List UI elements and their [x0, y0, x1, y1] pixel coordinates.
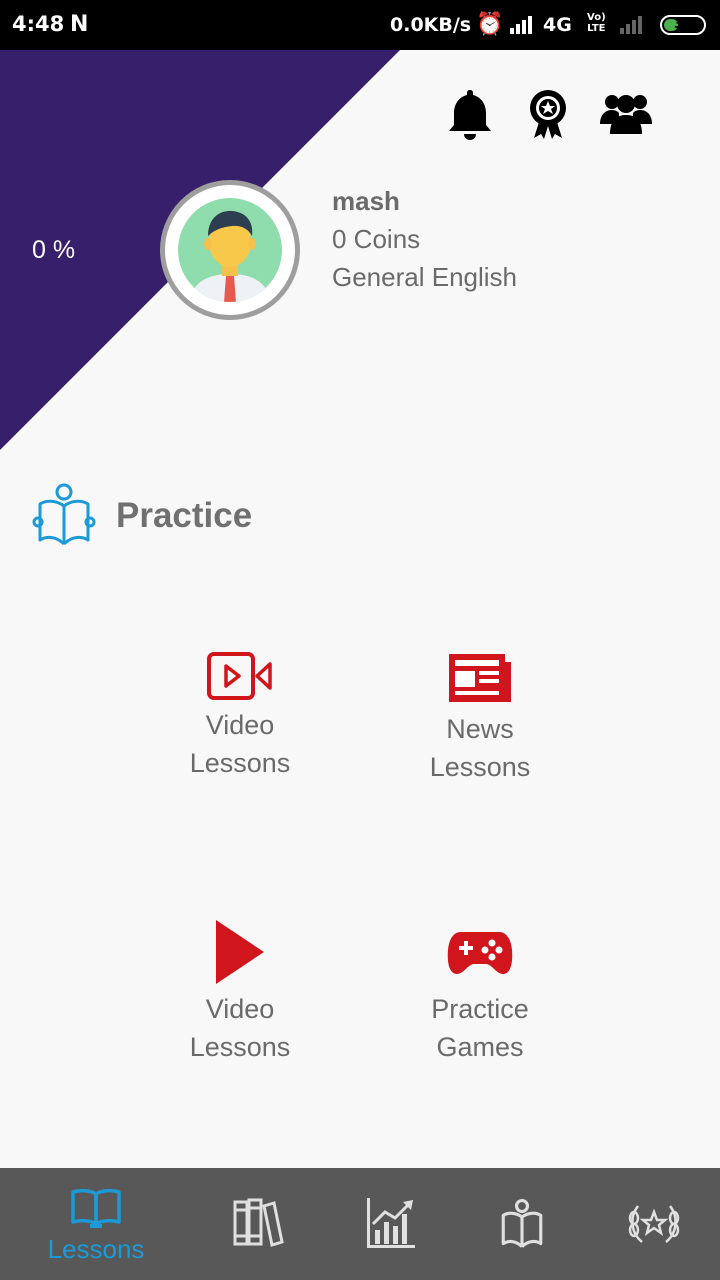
signal-weak-icon	[620, 16, 642, 34]
video-lessons-play-tile[interactable]: Video Lessons	[130, 920, 350, 1066]
bell-icon[interactable]	[446, 88, 494, 140]
play-icon	[216, 920, 264, 984]
video-lessons-tile[interactable]: Video Lessons	[130, 652, 350, 782]
tile-label-line1: Video	[205, 994, 275, 1024]
award-ribbon-icon[interactable]	[526, 88, 570, 140]
alarm-icon: ⏰	[476, 12, 504, 37]
signal-icon	[510, 16, 532, 34]
network-type: 4G	[543, 14, 572, 36]
reading-icon	[501, 1199, 543, 1248]
progress-percent: 0 %	[32, 236, 76, 264]
volte-badge: Vo) LTE	[587, 12, 606, 34]
tile-label-line2: Lessons	[429, 752, 531, 782]
volte-line2: LTE	[587, 23, 606, 34]
open-book-reader-icon	[32, 483, 96, 546]
bottom-navigation: Lessons	[0, 1168, 720, 1280]
battery-icon: 36	[660, 15, 706, 35]
nav-reading[interactable]	[450, 1168, 594, 1280]
tile-label-line1: Video	[205, 710, 275, 740]
tile-label-line2: Games	[436, 1032, 524, 1062]
news-lessons-tile[interactable]: News Lessons	[370, 652, 590, 786]
battery-level: 36	[673, 17, 693, 32]
newspaper-icon	[449, 654, 511, 702]
network-speed: 0.0KB/s	[390, 14, 472, 36]
library-books-icon	[233, 1198, 284, 1247]
notification-n-icon: N	[70, 12, 89, 37]
nav-achievements[interactable]	[582, 1168, 720, 1280]
gamepad-icon	[447, 932, 513, 974]
practice-title: Practice	[116, 496, 253, 535]
status-bar: 4:48 N 0.0KB/s ⏰ 4G Vo) LTE 36	[0, 0, 720, 50]
nav-lessons[interactable]: Lessons	[24, 1168, 168, 1280]
user-coins: 0 Coins	[332, 224, 421, 254]
tile-label-line2: Lessons	[189, 1032, 291, 1062]
tile-label-line1: Practice	[431, 994, 529, 1024]
tile-label-line2: Lessons	[189, 748, 291, 778]
tile-label-line1: News	[446, 714, 514, 744]
nav-library[interactable]	[186, 1168, 330, 1280]
nav-lessons-label: Lessons	[47, 1234, 145, 1264]
user-course: General English	[332, 262, 517, 292]
avatar[interactable]	[160, 180, 300, 320]
volte-line1: Vo)	[587, 12, 606, 23]
group-icon[interactable]	[600, 88, 652, 136]
video-camera-icon	[207, 652, 272, 700]
chart-icon	[367, 1198, 415, 1248]
avatar-image	[178, 198, 282, 302]
book-icon	[71, 1188, 121, 1228]
nav-progress[interactable]	[318, 1168, 462, 1280]
practice-games-tile[interactable]: Practice Games	[370, 930, 590, 1066]
laurel-star-icon	[628, 1205, 680, 1243]
person-illustration	[190, 210, 270, 302]
status-time: 4:48	[12, 12, 65, 36]
user-name: mash	[332, 186, 400, 216]
